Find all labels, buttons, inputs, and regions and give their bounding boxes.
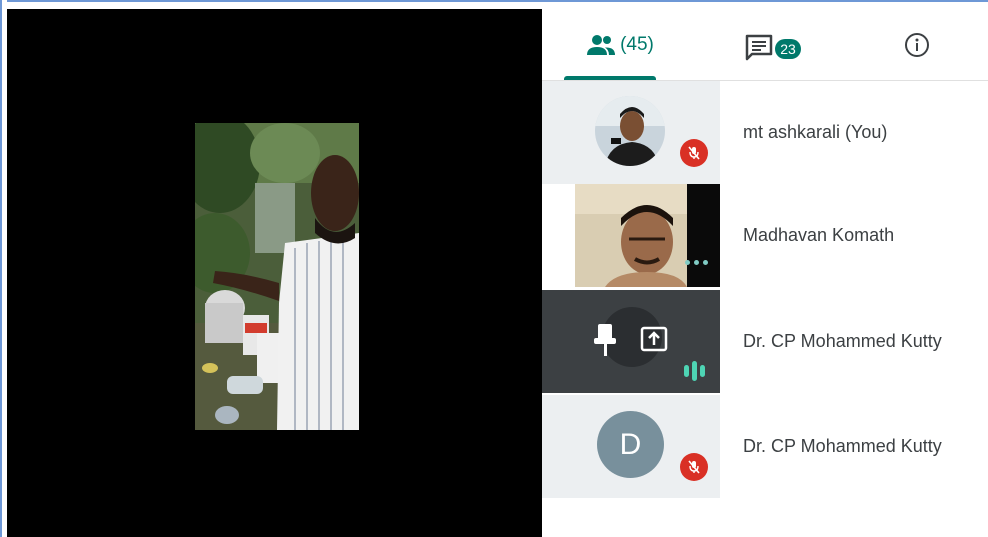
participant-name: Dr. CP Mohammed Kutty <box>743 436 942 456</box>
participant-tile-hover <box>542 290 720 393</box>
participant-name: mt ashkarali (You) <box>743 122 888 142</box>
more-options-dots[interactable] <box>685 260 708 265</box>
panel-tabs: (45) 23 <box>542 9 988 81</box>
chat-icon-wrap: 23 <box>744 25 801 65</box>
pin-icon <box>594 324 616 356</box>
dot <box>694 260 699 265</box>
participant-row[interactable]: Dr. CP Mohammed Kutty <box>542 290 988 393</box>
present-icon <box>640 326 668 352</box>
mic-off-icon <box>688 460 700 474</box>
pin-button[interactable] <box>592 320 620 360</box>
dot <box>685 260 690 265</box>
audio-bar <box>700 365 705 377</box>
tab-people[interactable]: (45) <box>562 9 678 81</box>
chat-icon <box>745 34 773 61</box>
participant-name: Dr. CP Mohammed Kutty <box>743 331 942 351</box>
info-icon <box>905 33 929 57</box>
speaking-indicator-icon <box>684 360 708 382</box>
people-icon <box>587 35 616 55</box>
active-tab-indicator <box>564 76 656 80</box>
window-frame-top <box>0 0 988 9</box>
participant-video-image <box>575 184 720 287</box>
presenter-video-image <box>195 123 359 430</box>
participant-count: (45) <box>620 34 654 55</box>
present-to-main-button[interactable] <box>640 326 668 352</box>
avatar-photo-image <box>595 96 665 166</box>
unread-messages-badge: 23 <box>775 39 801 59</box>
participant-video <box>575 184 720 287</box>
participants-panel: (45) 23 mt ashkarali (You) Madhavan Koma… <box>542 9 988 537</box>
participant-tile <box>542 81 720 184</box>
participant-row[interactable]: Madhavan Komath <box>542 184 988 287</box>
tab-info[interactable] <box>872 9 962 81</box>
presenter-video-feed <box>195 123 359 430</box>
dot <box>703 260 708 265</box>
participant-row[interactable]: D Dr. CP Mohammed Kutty <box>542 395 988 498</box>
tab-chat[interactable]: 23 <box>727 9 817 81</box>
participant-name: Madhavan Komath <box>743 225 895 245</box>
participant-row[interactable]: mt ashkarali (You) <box>542 81 988 184</box>
main-video-stage[interactable] <box>7 9 542 537</box>
window-frame-left <box>0 0 7 537</box>
mic-off-icon <box>688 146 700 160</box>
participant-tile <box>542 184 720 287</box>
mic-off-indicator <box>680 453 708 481</box>
avatar: D <box>597 411 664 478</box>
participant-tile: D <box>542 395 720 498</box>
audio-bar <box>692 361 697 381</box>
audio-bar <box>684 365 689 377</box>
avatar <box>595 96 665 166</box>
mic-off-indicator <box>680 139 708 167</box>
